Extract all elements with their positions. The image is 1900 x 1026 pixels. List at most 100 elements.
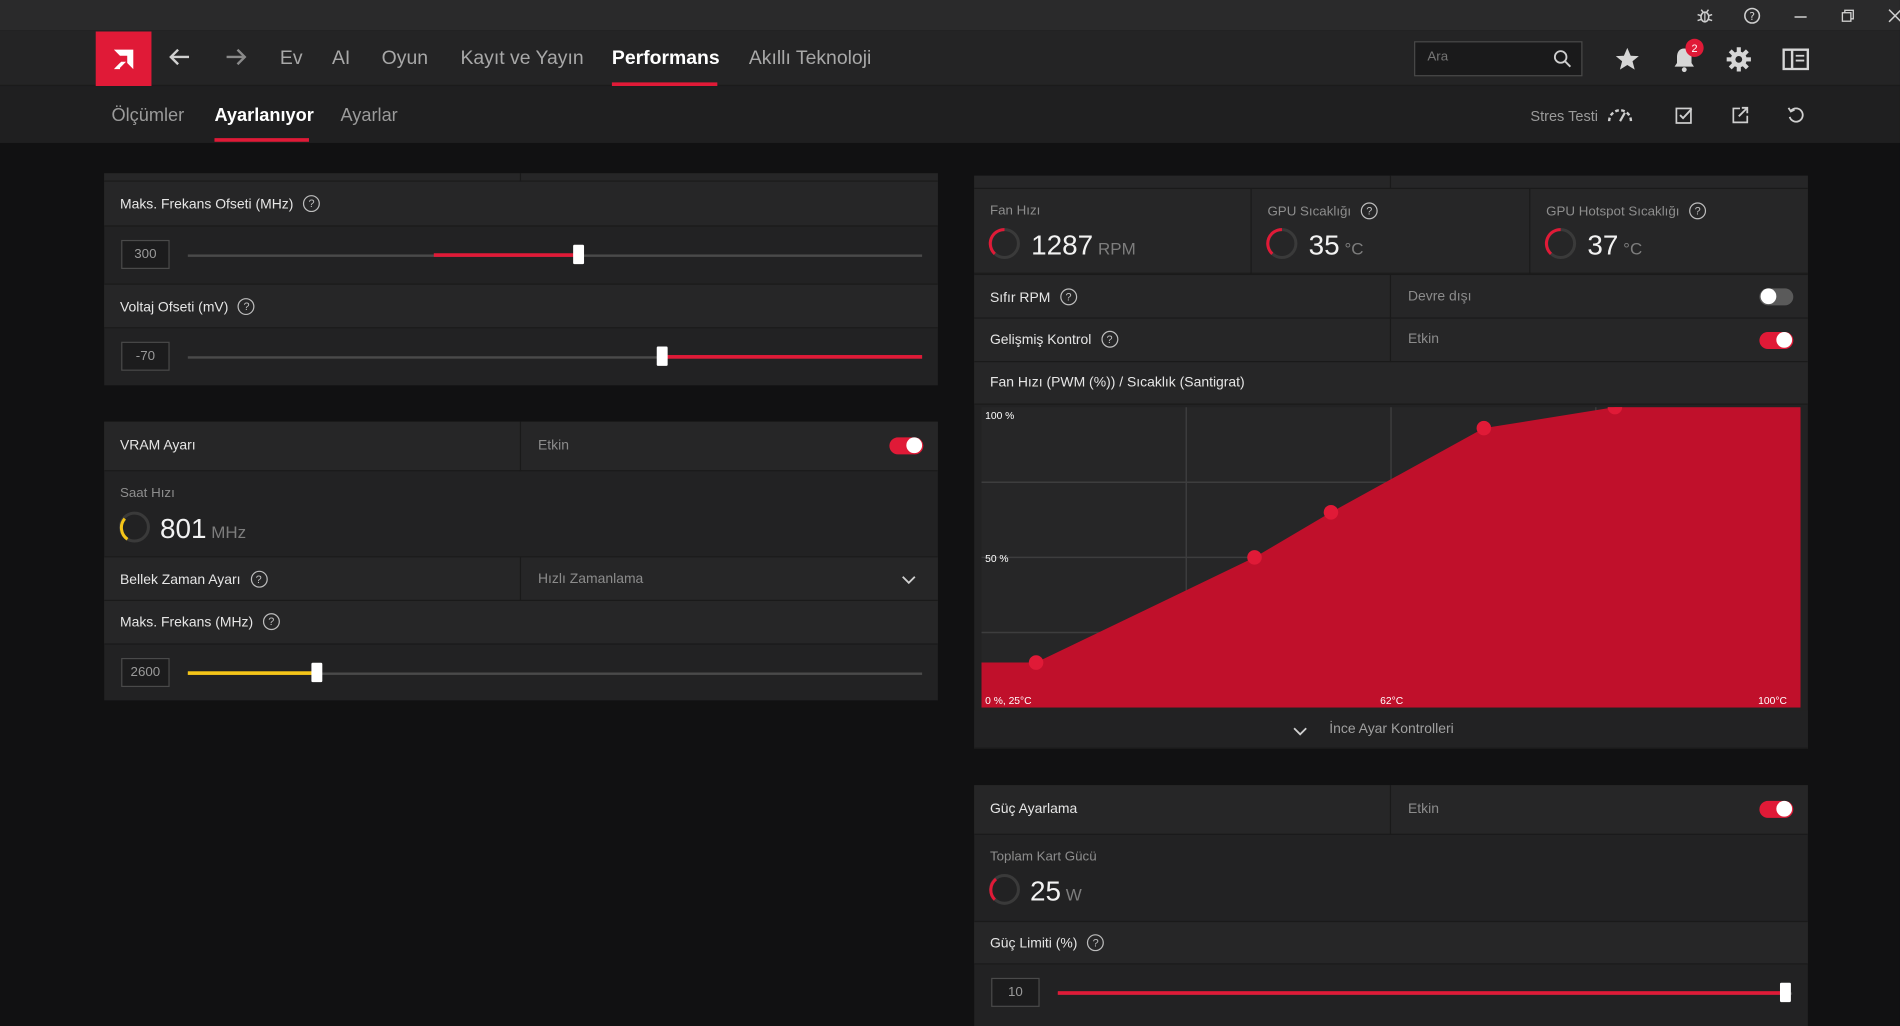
fan-curve-point[interactable]: [1476, 420, 1492, 436]
max-freq-row: Maks. Frekans (MHz)?: [104, 601, 938, 645]
advanced-control-toggle[interactable]: [1759, 332, 1794, 349]
fan-speed-label: Fan Hızı: [989, 203, 1041, 219]
stress-test-gauge-icon[interactable]: [1607, 102, 1634, 129]
y-tick-50: 50 %: [985, 552, 1009, 565]
fan-curve-chart[interactable]: 100 % 50 % 0 %, 25°C 62°C 100°C: [981, 399, 1801, 708]
max-freq-label: Maks. Frekans (MHz)?: [120, 613, 280, 631]
tab-ayarlar[interactable]: Ayarlar: [340, 105, 397, 126]
zero-rpm-row: Sıfır RPM? Devre dışı: [974, 273, 1808, 320]
nav-akilli-teknoloji[interactable]: Akıllı Teknoloji: [749, 48, 871, 70]
help-icon[interactable]: ?: [1087, 934, 1105, 952]
memory-timing-label: Bellek Zaman Ayarı?: [120, 570, 268, 589]
export-icon[interactable]: [1727, 102, 1754, 129]
total-board-power-label: Toplam Kart Gücü: [989, 849, 1097, 864]
voltage-offset-value[interactable]: -70: [121, 341, 170, 371]
gpu-hotspot-label: GPU Hotspot Sıcaklığı?: [1546, 202, 1707, 221]
help-icon[interactable]: ?: [262, 613, 280, 631]
apply-check-icon[interactable]: [1671, 102, 1698, 129]
advanced-control-state: Etkin: [1407, 332, 1439, 347]
vram-toggle[interactable]: [889, 437, 924, 455]
notification-badge: 2: [1685, 38, 1704, 57]
search-box[interactable]: [1414, 41, 1583, 77]
vram-state: Etkin: [537, 438, 569, 454]
fan-curve-point[interactable]: [1323, 505, 1339, 520]
sub-nav: Ölçümler Ayarlanıyor Ayarlar Stres Testi: [0, 86, 1900, 143]
power-tuning-label: Güç Ayarlama: [989, 802, 1078, 817]
close-icon[interactable]: [1881, 2, 1900, 29]
advanced-control-label: Gelişmiş Kontrol?: [990, 330, 1119, 349]
help-icon[interactable]: ?: [1360, 202, 1378, 220]
forward-arrow-icon[interactable]: [222, 42, 251, 71]
stress-test-label[interactable]: Stres Testi: [1530, 108, 1598, 125]
chevron-down-icon[interactable]: [1293, 722, 1308, 744]
fine-tune-row[interactable]: İnce Ayar Kontrolleri: [974, 710, 1808, 749]
power-limit-slider[interactable]: [1779, 982, 1791, 1003]
max-freq-offset-slider[interactable]: [573, 244, 585, 265]
help-icon[interactable]: ?: [238, 298, 256, 316]
power-limit-label: Güç Limiti (%)?: [990, 934, 1105, 952]
nav-ai[interactable]: AI: [332, 48, 350, 70]
help-icon[interactable]: ?: [1689, 202, 1707, 220]
zero-rpm-label: Sıfır RPM?: [990, 288, 1078, 307]
title-bar: ?: [0, 0, 1900, 31]
back-arrow-icon[interactable]: [165, 42, 194, 71]
x-tick-100: 100°C: [1758, 694, 1787, 707]
origin-tick: 0 %, 25°C: [985, 694, 1032, 707]
max-freq-offset-fill: [433, 253, 580, 257]
minimize-icon[interactable]: [1786, 2, 1815, 29]
power-gauge-icon: [988, 872, 1022, 912]
max-freq-slider[interactable]: [311, 662, 323, 683]
power-tuning-state: Etkin: [1407, 802, 1439, 817]
tab-olcumler[interactable]: Ölçümler: [111, 105, 184, 126]
help-icon[interactable]: ?: [250, 570, 268, 588]
max-freq-value[interactable]: 2600: [121, 657, 170, 688]
bug-icon[interactable]: [1690, 2, 1719, 29]
help-icon[interactable]: ?: [1060, 288, 1078, 306]
restore-icon[interactable]: [1833, 2, 1862, 29]
max-freq-offset-label: Maks. Frekans Ofseti (MHz)?: [120, 195, 321, 213]
power-tuning-toggle[interactable]: [1759, 800, 1794, 818]
amd-logo-icon[interactable]: [95, 31, 152, 87]
voltage-offset-slider[interactable]: [656, 346, 668, 366]
total-board-power-value: 25 W: [1029, 874, 1082, 907]
sidebar-panel-icon[interactable]: [1780, 44, 1812, 76]
clock-gauge-icon: [118, 510, 152, 550]
fan-curve-point[interactable]: [1028, 655, 1044, 670]
tab-active-underline: [214, 138, 309, 142]
gpu-hotspot-gauge-icon: [1544, 227, 1578, 267]
fan-curve-point[interactable]: [1247, 550, 1262, 565]
zero-rpm-toggle[interactable]: [1759, 288, 1794, 306]
fine-tune-label[interactable]: İnce Ayar Kontrolleri: [1329, 722, 1453, 737]
help-icon[interactable]: ?: [1101, 330, 1119, 348]
fan-curve-svg[interactable]: [981, 399, 1801, 708]
power-limit-value[interactable]: 10: [991, 977, 1040, 1007]
main-nav: Ev AI Oyun Kayıt ve Yayın Performans Akı…: [0, 30, 1900, 87]
power-panel: Güç Ayarlama Etkin Toplam Kart Gücü 25 W …: [974, 785, 1808, 1026]
zero-rpm-state: Devre dışı: [1407, 289, 1472, 305]
help-icon[interactable]: ?: [303, 195, 321, 213]
nav-kayit-ve-yayin[interactable]: Kayıt ve Yayın: [460, 48, 583, 70]
star-icon[interactable]: [1612, 44, 1644, 76]
help-icon[interactable]: ?: [1738, 2, 1767, 29]
search-icon[interactable]: [1553, 50, 1572, 74]
nav-ev[interactable]: Ev: [280, 48, 303, 70]
search-input[interactable]: [1427, 49, 1549, 65]
reset-icon[interactable]: [1782, 102, 1809, 129]
tab-ayarlaniyor[interactable]: Ayarlanıyor: [214, 105, 313, 126]
y-tick-100: 100 %: [985, 409, 1015, 422]
fan-panel: Fan Hızı 1287 RPM GPU Sıcaklığı? 35 °C GPU…: [974, 175, 1808, 749]
nav-performans[interactable]: Performans: [612, 48, 720, 70]
gpu-temp-value: 35 °C: [1308, 229, 1364, 261]
nav-oyun[interactable]: Oyun: [382, 48, 428, 70]
x-tick-62: 62°C: [1380, 694, 1404, 707]
max-freq-offset-row: Maks. Frekans Ofseti (MHz)?: [104, 181, 938, 227]
chevron-down-icon[interactable]: [902, 571, 917, 593]
fan-speed-value: 1287 RPM: [1031, 229, 1136, 261]
memory-timing-select[interactable]: Hızlı Zamanlama: [538, 572, 643, 587]
fan-curve-title-row: Fan Hızı (PWM (%)) / Sıcaklık (Santigrat…: [974, 362, 1808, 405]
metrics-row: Fan Hızı 1287 RPM GPU Sıcaklığı? 35 °C GPU…: [974, 189, 1808, 274]
voltage-offset-fill: [662, 355, 923, 359]
fan-curve-title: Fan Hızı (PWM (%)) / Sıcaklık (Santigrat…: [989, 375, 1245, 391]
gear-icon[interactable]: [1723, 44, 1755, 76]
max-freq-offset-value[interactable]: 300: [121, 239, 170, 269]
